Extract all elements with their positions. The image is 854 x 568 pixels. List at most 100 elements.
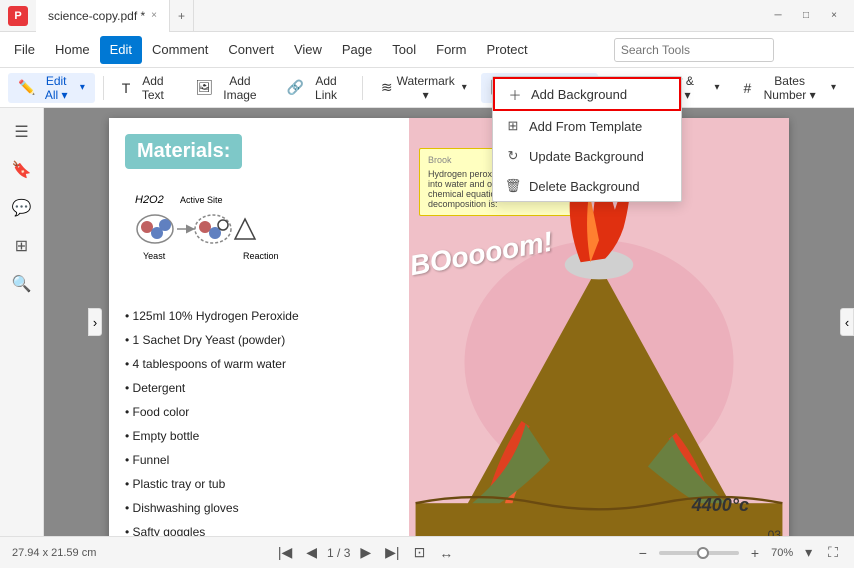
add-link-btn[interactable]: 🔗 Add Link [277,73,354,103]
search-tools-input[interactable] [614,38,774,62]
svg-text:Yeast: Yeast [143,251,166,261]
svg-text:H2O2: H2O2 [135,194,164,206]
minimize-btn[interactable]: ─ [766,4,790,28]
add-text-label: Add Text [134,74,171,102]
zoom-slider[interactable] [659,551,739,555]
edit-icon: ✏️ [18,79,35,96]
sidebar-search-icon[interactable]: 🔍 [6,268,38,300]
zoom-in-btn[interactable]: + [747,543,763,563]
zoom-preset-btn[interactable]: ▾ [801,542,816,563]
edit-all-label: Edit All ▾ [39,74,72,102]
background-dropdown-menu: ＋ Add Background ⊞ Add From Template ↻ U… [492,76,682,202]
menu-home[interactable]: Home [45,36,100,64]
material-item: 125ml 10% Hydrogen Peroxide [125,304,393,328]
sidebar-pages-icon[interactable]: ⊞ [6,230,38,262]
fullscreen-btn[interactable]: ⛶ [824,542,842,563]
sidebar-bookmark-icon[interactable]: 🔖 [6,154,38,186]
add-text-btn[interactable]: T Add Text [112,73,182,103]
toolbar: ✏️ Edit All ▾ T Add Text 🖼 Add Image 🔗 A… [0,68,854,108]
title-bar: P science-copy.pdf * × + ─ □ × [0,0,854,32]
add-link-label: Add Link [308,74,344,102]
material-item: Detergent [125,376,393,400]
menu-edit[interactable]: Edit [100,36,142,64]
right-panel-toggle[interactable]: ‹ [840,308,854,336]
menu-file[interactable]: File [4,36,45,64]
menu-page[interactable]: Page [332,36,382,64]
window-controls: ─ □ × [766,4,846,28]
next-page-btn[interactable]: ▶ [356,542,375,563]
menu-convert[interactable]: Convert [218,36,284,64]
menu-comment[interactable]: Comment [142,36,218,64]
new-tab-btn[interactable]: + [170,0,194,32]
page-number: 03 [768,528,781,536]
delete-background-label: Delete Background [529,179,640,194]
bates-number-label: Bates Number ▾ [755,74,824,102]
watermark-icon: ≋ [381,79,393,96]
search-tools-area [538,38,850,62]
material-item: Funnel [125,448,393,472]
toolbar-sep-1 [103,76,104,100]
left-panel-toggle[interactable]: › [88,308,102,336]
material-item: 1 Sachet Dry Yeast (powder) [125,328,393,352]
page-dimensions: 27.94 x 21.59 cm [12,547,96,559]
zoom-thumb [697,547,709,559]
delete-icon: 🗑 [505,178,521,194]
fit-width-btn[interactable]: ↔ [435,543,457,563]
tab-filename: science-copy.pdf * [48,9,145,23]
add-from-template-label: Add From Template [529,119,642,134]
add-from-template-item[interactable]: ⊞ Add From Template [493,111,681,141]
menu-tool[interactable]: Tool [382,36,426,64]
material-item: Food color [125,400,393,424]
materials-title: Materials: [125,134,242,169]
prev-page-btn[interactable]: ◀ [302,542,321,563]
status-bar: 27.94 x 21.59 cm |◀ ◀ 1 / 3 ▶ ▶| ⊡ ↔ − +… [0,536,854,568]
image-icon: 🖼 [195,79,213,96]
delete-background-item[interactable]: 🗑 Delete Background [493,171,681,201]
material-item: Empty bottle [125,424,393,448]
add-background-item[interactable]: ＋ Add Background [493,77,681,111]
watermark-label: Watermark ▾ [397,74,455,102]
sidebar-comment-icon[interactable]: 💬 [6,192,38,224]
yeast-diagram-svg: H2O2 Active Site [125,189,285,289]
menu-view[interactable]: View [284,36,332,64]
bates-number-btn[interactable]: # Bates Number ▾ [734,73,846,103]
sidebar-nav-icon[interactable]: ☰ [6,116,38,148]
toolbar-sep-2 [362,76,363,100]
template-icon: ⊞ [505,118,521,134]
maximize-btn[interactable]: □ [794,4,818,28]
add-image-label: Add Image [217,74,262,102]
update-background-item[interactable]: ↻ Update Background [493,141,681,171]
file-tab[interactable]: science-copy.pdf * × [36,0,170,32]
zoom-level: 70% [771,547,793,559]
menu-bar: File Home Edit Comment Convert View Page… [0,32,854,68]
edit-all-btn[interactable]: ✏️ Edit All ▾ [8,73,95,103]
material-item: Safty goggles [125,520,393,536]
tab-bar: science-copy.pdf * × + [36,0,194,32]
zoom-out-btn[interactable]: − [635,543,651,563]
fit-page-btn[interactable]: ⊡ [410,542,430,563]
last-page-btn[interactable]: ▶| [381,542,403,563]
page-nav: |◀ ◀ 1 / 3 ▶ ▶| ⊡ ↔ [274,542,457,563]
main-layout: ☰ 🔖 💬 ⊞ 🔍 › Materials: H2O2 Active Site [0,108,854,536]
app-icon: P [8,6,28,26]
materials-list: 125ml 10% Hydrogen Peroxide 1 Sachet Dry… [125,304,393,536]
watermark-btn[interactable]: ≋ Watermark ▾ [371,73,477,103]
page-info: 1 / 3 [327,546,350,560]
menu-protect[interactable]: Protect [476,36,537,64]
material-item: Plastic tray or tub [125,472,393,496]
update-icon: ↻ [505,148,521,164]
temperature-text: 4400°c [692,495,749,516]
close-btn[interactable]: × [822,4,846,28]
svg-text:Reaction: Reaction [243,251,279,261]
bates-icon: # [744,80,752,96]
add-image-btn[interactable]: 🖼 Add Image [185,73,272,103]
menu-form[interactable]: Form [426,36,476,64]
zoom-controls: − + 70% ▾ ⛶ [635,542,842,563]
link-icon: 🔗 [287,79,304,96]
title-bar-left: P [8,6,28,26]
material-item: 4 tablespoons of warm water [125,352,393,376]
first-page-btn[interactable]: |◀ [274,542,296,563]
tab-close-btn[interactable]: × [151,10,157,21]
material-item: Dishwashing gloves [125,496,393,520]
yeast-diagram: H2O2 Active Site [125,189,393,292]
